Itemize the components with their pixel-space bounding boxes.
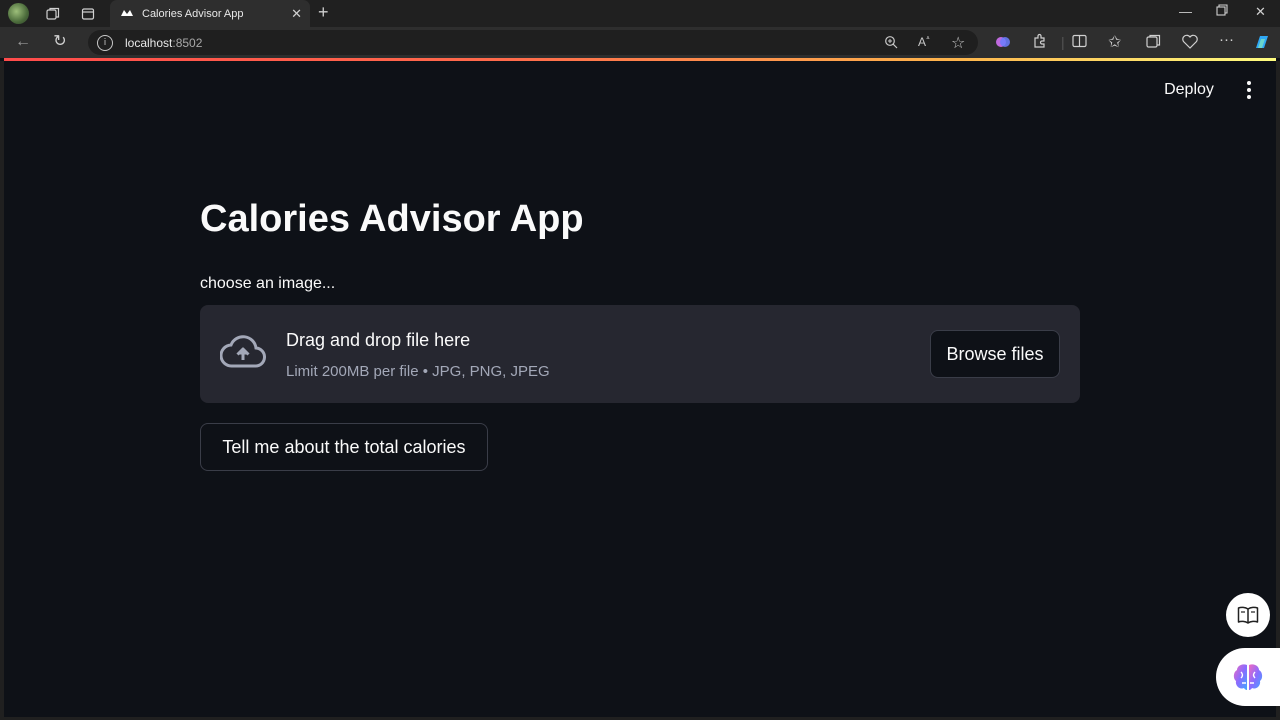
maximize-icon[interactable] [1216,4,1228,19]
browse-files-button[interactable]: Browse files [930,330,1060,378]
file-dropzone[interactable]: Drag and drop file here Limit 200MB per … [200,305,1080,403]
streamlit-favicon [120,9,134,19]
window-border-left [0,61,4,720]
streamlit-decoration-bar [4,58,1276,61]
url-field[interactable]: i localhost:8502 Aᐞ ☆ [88,30,978,55]
window-border-right [1276,61,1280,720]
uploader-label: choose an image... [200,275,336,292]
reader-book-icon[interactable] [1226,593,1270,637]
dropzone-instructions: Drag and drop file here [286,330,471,350]
tab-actions-icon[interactable] [78,4,98,24]
extensions-puzzle-icon[interactable] [1032,33,1048,52]
back-icon[interactable]: ← [13,32,33,52]
page-title: Calories Advisor App [200,198,584,240]
browser-title-bar: Calories Advisor App ✕ + — ✕ [0,0,1280,27]
collections-icon[interactable] [1146,34,1161,52]
split-screen-icon[interactable] [1072,34,1087,51]
read-aloud-icon[interactable]: Aᐞ [918,35,930,49]
refresh-icon[interactable]: ↻ [50,32,70,52]
browser-address-bar: ← ↻ i localhost:8502 Aᐞ ☆ | ✩ ··· [0,27,1280,58]
copilot-brain-icon[interactable] [1216,648,1280,706]
close-icon[interactable]: ✕ [291,6,302,22]
copilot-icon[interactable] [1253,33,1271,54]
favorite-star-icon[interactable]: ☆ [951,33,965,53]
url-text: localhost:8502 [125,35,203,50]
toolbar-divider: | [1061,34,1065,50]
deploy-button[interactable]: Deploy [1154,78,1224,102]
minimize-icon[interactable]: — [1179,4,1192,19]
cloud-upload-icon [219,335,266,374]
browser-essentials-icon[interactable] [1182,34,1198,52]
favorites-icon[interactable]: ✩ [1108,32,1121,52]
extension-icon[interactable] [995,34,1011,53]
total-calories-button[interactable]: Tell me about the total calories [200,423,488,471]
new-tab-icon[interactable]: + [318,2,329,23]
zoom-icon[interactable] [884,35,898,52]
dropzone-limits: Limit 200MB per file • JPG, PNG, JPEG [286,363,550,380]
main-menu-icon[interactable] [1240,80,1258,100]
active-tab[interactable]: Calories Advisor App ✕ [110,0,310,27]
profile-avatar[interactable] [8,3,29,24]
more-menu-icon[interactable]: ··· [1219,31,1234,48]
tab-title: Calories Advisor App [142,7,244,20]
workspaces-icon[interactable] [43,4,63,24]
site-info-icon[interactable]: i [97,34,113,51]
window-close-icon[interactable]: ✕ [1255,4,1266,20]
